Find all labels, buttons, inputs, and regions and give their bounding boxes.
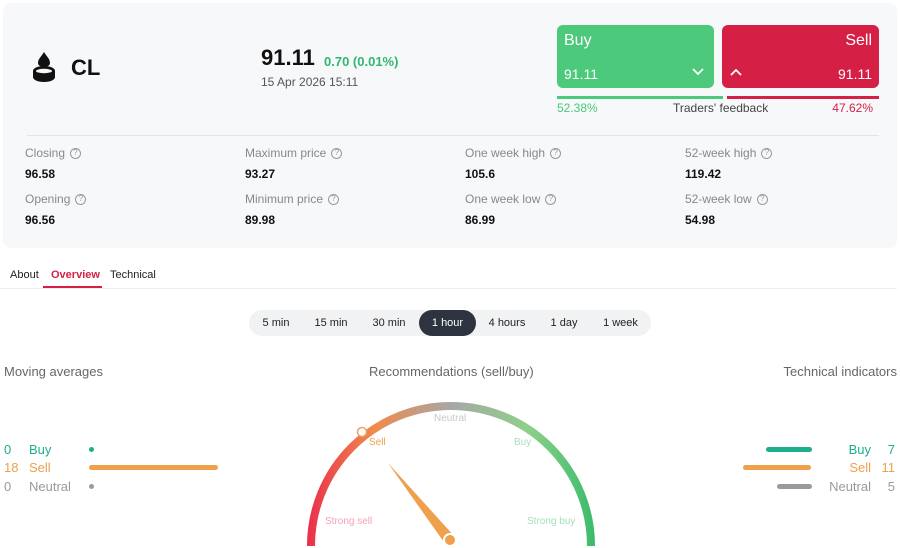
stat-value: 96.56	[25, 213, 56, 227]
period-1-hour[interactable]: 1 hour	[419, 310, 476, 336]
stat-value: 89.98	[245, 213, 276, 227]
ti-sell-count: 11	[881, 460, 896, 475]
ma-buy-count: 0	[4, 442, 12, 457]
stat-value: 93.27	[245, 167, 276, 181]
stat-closing: Closing? 96.58	[25, 146, 225, 181]
stat-52-week-high: 52-week high? 119.42	[685, 146, 885, 181]
ma-neutral-label: Neutral	[29, 479, 71, 494]
feedback-label: Traders' feedback	[673, 101, 769, 115]
gauge-label-neutral: Neutral	[434, 413, 466, 424]
period-15-min[interactable]: 15 min	[303, 310, 359, 336]
question-icon[interactable]: ?	[545, 193, 557, 205]
recommendation-gauge: Strong sell Sell Neutral Buy Strong buy	[307, 402, 595, 547]
stat-label: Minimum price	[245, 192, 324, 206]
stat-value: 119.42	[685, 167, 722, 181]
gauge-label-strong-buy: Strong buy	[527, 516, 575, 527]
stat-value: 86.99	[465, 213, 496, 227]
recommendations-title: Recommendations (sell/buy)	[369, 364, 534, 379]
stat-value: 105.6	[465, 167, 496, 181]
price-timestamp: 15 Apr 2026 15:11	[261, 75, 359, 89]
stat-label: Opening	[25, 192, 71, 206]
stat-value: 54.98	[685, 213, 716, 227]
stat-label: One week high	[465, 146, 546, 160]
stat-one-week-high: One week high? 105.6	[465, 146, 665, 181]
sell-button-label: Sell	[845, 32, 872, 49]
stat-maximum-price: Maximum price? 93.27	[245, 146, 445, 181]
card-divider	[27, 135, 879, 136]
ti-neutral-label: Neutral	[829, 479, 871, 494]
question-icon[interactable]: ?	[761, 147, 773, 159]
stat-value: 96.58	[25, 167, 56, 181]
ti-neutral-bar	[777, 484, 812, 489]
instrument-card: CL 91.11 0.70 (0.01%) 15 Apr 2026 15:11 …	[3, 3, 897, 248]
ti-buy-bar	[766, 447, 812, 452]
stat-label: 52-week high	[685, 146, 757, 160]
sell-price: 91.11	[838, 66, 872, 82]
ti-sell-bar	[743, 465, 811, 470]
feedback-buy-percent: 52.38%	[557, 101, 598, 115]
question-icon[interactable]: ?	[328, 193, 340, 205]
period-30-min[interactable]: 30 min	[361, 310, 417, 336]
question-icon[interactable]: ?	[331, 147, 343, 159]
feedback-buy-bar	[557, 96, 723, 99]
gauge-needle-hub	[443, 533, 457, 547]
gauge-needle	[388, 463, 455, 545]
tab-about[interactable]: About	[10, 269, 39, 281]
technical-indicators-title: Technical indicators	[783, 364, 897, 379]
sell-button[interactable]: Sell 91.11	[722, 25, 879, 88]
tab-overview[interactable]: Overview	[51, 269, 100, 281]
gauge-label-buy: Buy	[514, 437, 531, 448]
tab-technical[interactable]: Technical	[110, 269, 156, 281]
period-selector: 5 min 15 min 30 min 1 hour 4 hours 1 day…	[249, 310, 651, 336]
ma-sell-label: Sell	[29, 460, 51, 475]
ma-buy-label: Buy	[29, 442, 52, 457]
stat-label: Closing	[25, 146, 66, 160]
question-icon[interactable]: ?	[550, 147, 562, 159]
ma-sell-count: 18	[4, 460, 19, 475]
question-icon[interactable]: ?	[75, 193, 87, 205]
gauge-label-sell: Sell	[369, 437, 386, 448]
price-change: 0.70 (0.01%)	[324, 54, 399, 69]
chevron-up-icon	[730, 68, 742, 76]
stat-label: 52-week low	[685, 192, 752, 206]
section-tabs: About Overview Technical	[0, 262, 897, 289]
ticker-symbol: CL	[71, 55, 101, 80]
ti-neutral-count: 5	[887, 479, 895, 494]
question-icon[interactable]: ?	[70, 147, 82, 159]
ma-neutral-bar	[89, 484, 94, 489]
gauge-label-strong-sell: Strong sell	[325, 516, 372, 527]
stat-minimum-price: Minimum price? 89.98	[245, 192, 445, 227]
ma-sell-bar	[89, 465, 218, 470]
buy-price: 91.11	[564, 66, 598, 82]
stat-one-week-low: One week low? 86.99	[465, 192, 665, 227]
chevron-down-icon	[692, 68, 704, 76]
stat-52-week-low: 52-week low? 54.98	[685, 192, 885, 227]
ti-buy-label: Buy	[848, 442, 871, 457]
question-icon[interactable]: ?	[756, 193, 768, 205]
ti-sell-label: Sell	[849, 460, 871, 475]
oil-drop-icon	[33, 52, 55, 82]
active-tab-indicator	[43, 286, 102, 288]
stat-label: Maximum price	[245, 146, 327, 160]
ma-buy-bar	[89, 447, 94, 452]
current-price: 91.11	[261, 45, 315, 70]
moving-averages-title: Moving averages	[4, 364, 103, 379]
feedback-sell-percent: 47.62%	[832, 101, 873, 115]
stat-opening: Opening? 96.56	[25, 192, 225, 227]
feedback-sell-bar	[727, 96, 879, 99]
period-1-day[interactable]: 1 day	[538, 310, 590, 336]
period-5-min[interactable]: 5 min	[251, 310, 301, 336]
gauge-marker	[356, 426, 368, 438]
ti-buy-count: 7	[887, 442, 895, 457]
ma-neutral-count: 0	[4, 479, 12, 494]
stat-label: One week low	[465, 192, 541, 206]
buy-button[interactable]: Buy 91.11	[557, 25, 714, 88]
period-1-week[interactable]: 1 week	[592, 310, 649, 336]
period-4-hours[interactable]: 4 hours	[478, 310, 536, 336]
buy-button-label: Buy	[564, 32, 592, 49]
